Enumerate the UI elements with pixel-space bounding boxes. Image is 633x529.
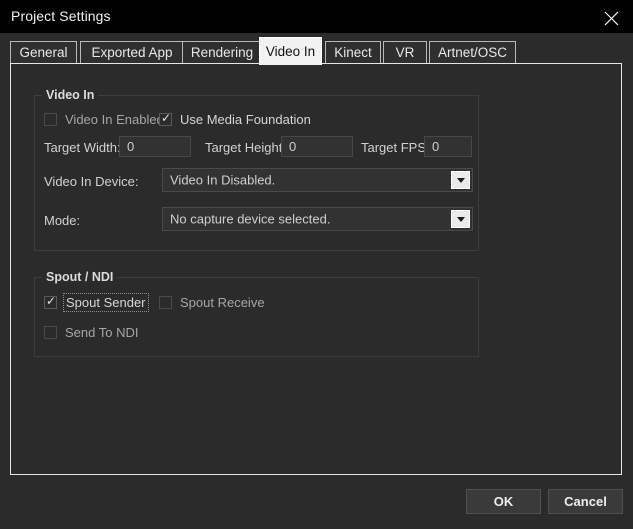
video-in-enabled-checkbox[interactable]: Video In Enabled [44,112,164,127]
use-media-foundation-checkbox[interactable]: ✓ Use Media Foundation [159,112,311,127]
project-settings-dialog: Project Settings General Exported App Re… [0,0,633,529]
spout-receive-checkbox[interactable]: Spout Receive [159,295,265,310]
check-icon: ✓ [46,294,57,308]
tab-strip: General Exported App Rendering Video In … [0,33,633,65]
tab-rendering[interactable]: Rendering [182,41,262,64]
tab-artnet-osc[interactable]: Artnet/OSC [429,41,516,64]
tab-label: Artnet/OSC [437,45,508,60]
combobox-value: No capture device selected. [170,211,331,227]
close-button[interactable] [589,0,633,33]
tab-label: General [19,45,68,60]
combobox-dropdown-button[interactable] [451,171,470,189]
window-title: Project Settings [11,8,111,24]
target-width-label: Target Width: [44,140,121,155]
checkbox-box [44,113,57,126]
mode-label: Mode: [44,213,81,228]
checkbox-box: ✓ [159,111,172,126]
checkbox-box [159,296,172,309]
checkbox-label: Send To NDI [65,325,139,340]
tab-label: Exported App [91,45,173,60]
tab-kinect[interactable]: Kinect [325,41,381,64]
spout-ndi-groupbox: Spout / NDI ✓ Spout Sender Spout Receive… [34,270,479,357]
mode-combobox[interactable]: No capture device selected. [162,207,473,231]
target-fps-label: Target FPS: [361,140,430,155]
ok-button[interactable]: OK [466,489,541,514]
chevron-down-icon [456,178,465,183]
tab-content-panel: Video In Video In Enabled ✓ Use Media Fo… [10,63,622,475]
target-fps-input[interactable] [424,136,472,157]
checkbox-box [44,326,57,339]
checkbox-box: ✓ [44,294,57,309]
tab-general[interactable]: General [10,41,77,64]
checkbox-label: Video In Enabled [65,112,164,127]
tab-label: Rendering [190,45,254,60]
combobox-dropdown-button[interactable] [451,210,470,228]
title-bar: Project Settings [0,0,633,33]
send-to-ndi-checkbox[interactable]: Send To NDI [44,325,138,340]
checkbox-label: Use Media Foundation [180,112,311,127]
spout-sender-checkbox[interactable]: ✓ Spout Sender [44,293,149,312]
cancel-button-label: Cancel [564,494,607,509]
tab-label: Video In [265,44,316,59]
tab-exported-app[interactable]: Exported App [80,41,184,64]
cancel-button[interactable]: Cancel [548,489,623,514]
checkbox-label: Spout Sender [63,293,149,312]
close-icon [604,11,619,26]
target-height-label: Target Height: [205,140,286,155]
tab-label: Kinect [334,45,372,60]
tab-video-in[interactable]: Video In [259,37,322,65]
checkbox-label: Spout Receive [180,295,265,310]
target-width-input[interactable] [119,136,191,157]
tab-vr[interactable]: VR [383,41,427,64]
check-icon: ✓ [161,111,172,125]
video-in-group-title: Video In [42,88,99,102]
ok-button-label: OK [493,494,514,509]
target-height-input[interactable] [281,136,353,157]
spout-ndi-group-title: Spout / NDI [42,270,118,284]
video-in-device-label: Video In Device: [44,174,139,189]
tab-label: VR [395,45,415,60]
chevron-down-icon [456,217,465,222]
video-in-groupbox: Video In Video In Enabled ✓ Use Media Fo… [34,88,479,251]
combobox-value: Video In Disabled. [170,172,276,188]
video-in-device-combobox[interactable]: Video In Disabled. [162,168,473,192]
